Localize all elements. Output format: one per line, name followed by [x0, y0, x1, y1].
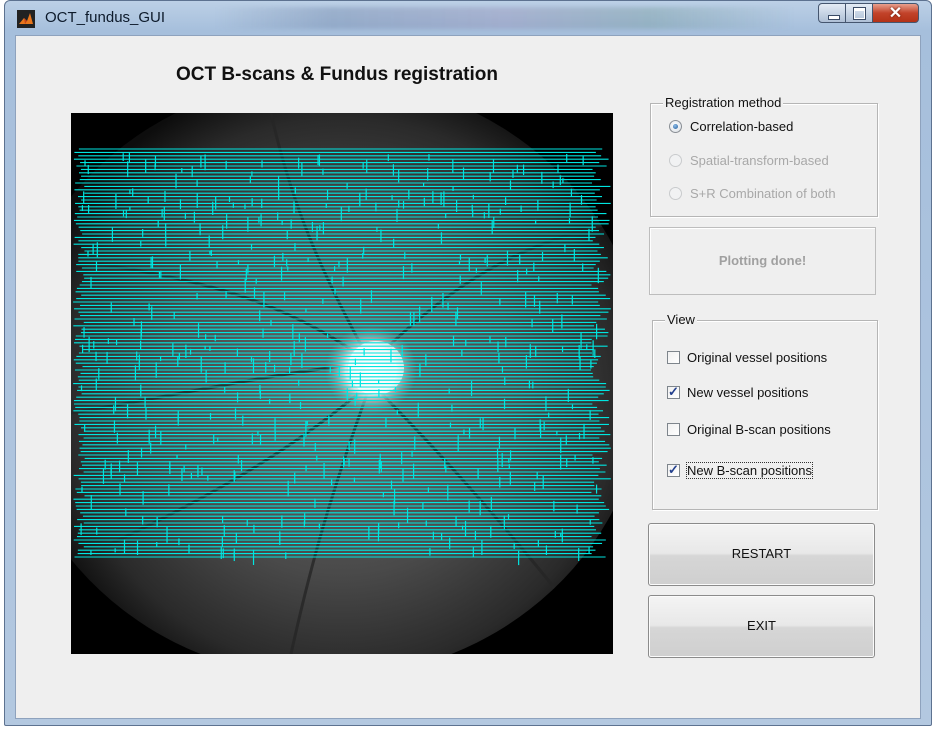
- maximize-icon: [854, 8, 865, 19]
- checkbox-original-bscan-positions[interactable]: Original B-scan positions: [667, 422, 831, 437]
- radio-label: Correlation-based: [690, 119, 794, 134]
- radio-combination[interactable]: S+R Combination of both: [669, 186, 836, 201]
- exit-button[interactable]: EXIT: [648, 595, 875, 658]
- radio-indicator: [669, 187, 682, 200]
- radio-indicator: [669, 120, 682, 133]
- minimize-icon: [828, 15, 840, 20]
- status-box: Plotting done!: [649, 227, 876, 295]
- figure-client-area: OCT B-scans & Fundus registration Regist…: [15, 35, 921, 719]
- status-text: Plotting done!: [718, 253, 807, 268]
- radio-indicator: [669, 154, 682, 167]
- title-bar[interactable]: OCT_fundus_GUI ✕: [5, 1, 931, 35]
- checkbox-original-vessel-positions[interactable]: Original vessel positions: [667, 350, 827, 365]
- app-window: OCT_fundus_GUI ✕ OCT B-scans & Fundus re…: [4, 0, 932, 726]
- radio-correlation-based[interactable]: Correlation-based: [669, 119, 793, 134]
- close-icon: ✕: [888, 5, 903, 22]
- close-button[interactable]: ✕: [873, 3, 919, 23]
- radio-spatial-transform-based[interactable]: Spatial-transform-based: [669, 153, 829, 168]
- matlab-icon: [17, 10, 35, 28]
- checkbox-label: New B-scan positions: [686, 462, 813, 479]
- checkbox-new-bscan-positions[interactable]: New B-scan positions: [667, 462, 813, 479]
- window-controls: ✕: [818, 3, 919, 25]
- page-title: OCT B-scans & Fundus registration: [176, 64, 498, 85]
- checkbox-indicator: [667, 462, 680, 478]
- maximize-button[interactable]: [846, 3, 873, 23]
- minimize-button[interactable]: [818, 3, 846, 23]
- view-panel: View Original vessel positions New vesse…: [652, 312, 878, 510]
- view-legend: View: [665, 312, 697, 327]
- checkbox-indicator: [667, 384, 680, 400]
- radio-label: S+R Combination of both: [690, 186, 836, 201]
- checkbox-label: New vessel positions: [687, 385, 809, 400]
- title-bar-background: [215, 7, 795, 29]
- registration-method-panel: Registration method Correlation-based Sp…: [650, 95, 878, 217]
- checkbox-indicator: [667, 423, 680, 436]
- checkbox-new-vessel-positions[interactable]: New vessel positions: [667, 384, 809, 400]
- checkbox-indicator: [667, 351, 680, 364]
- checkbox-label: Original B-scan positions: [687, 422, 831, 437]
- fundus-image-axes: [71, 113, 613, 654]
- window-title: OCT_fundus_GUI: [45, 9, 166, 26]
- registration-method-legend: Registration method: [663, 95, 784, 110]
- radio-label: Spatial-transform-based: [690, 153, 829, 168]
- checkbox-label: Original vessel positions: [687, 350, 828, 365]
- restart-button[interactable]: RESTART: [648, 523, 875, 586]
